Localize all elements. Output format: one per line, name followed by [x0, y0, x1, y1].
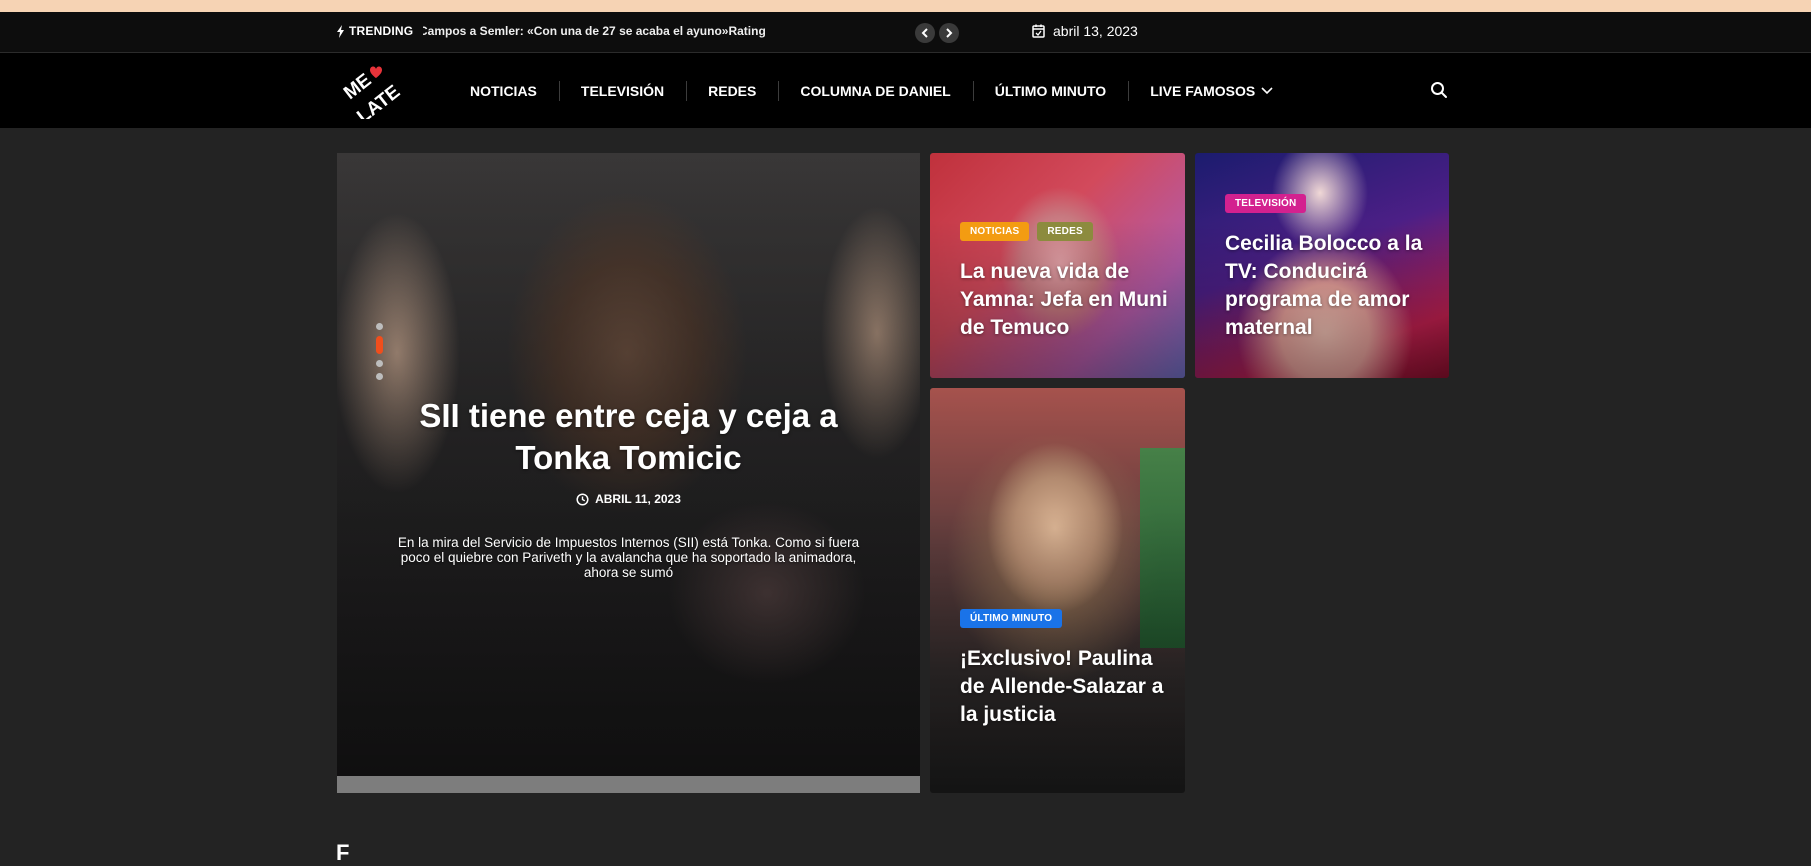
slider-dot-active[interactable]: [376, 336, 383, 354]
card-badges: TELEVISIÓN: [1225, 194, 1307, 213]
category-badge[interactable]: ÚLTIMO MINUTO: [960, 609, 1063, 628]
card-badges: NOTICIAS REDES: [960, 222, 1093, 241]
hero-date-text: ABRIL 11, 2023: [595, 492, 681, 506]
nav-item-television[interactable]: TELEVISIÓN: [558, 80, 686, 101]
card-title[interactable]: Cecilia Bolocco a la TV: Conducirá progr…: [1225, 230, 1440, 342]
card-title[interactable]: La nueva vida de Yamna: Jefa en Muni de …: [960, 258, 1170, 342]
nav-item-label[interactable]: NOTICIAS: [470, 83, 537, 99]
slider-dots: [376, 323, 383, 380]
chevron-right-icon: [946, 28, 953, 38]
card-title[interactable]: ¡Exclusivo! Paulina de Allende-Salazar a…: [960, 645, 1175, 729]
chevron-left-icon: [921, 28, 928, 38]
trending-bar: TRENDING Campos a Semler: «Con una de 27…: [0, 12, 1811, 53]
chevron-down-icon[interactable]: [1261, 86, 1273, 95]
calendar-check-icon: [1032, 24, 1045, 38]
card-badges: ÚLTIMO MINUTO: [960, 609, 1063, 628]
trending-label: TRENDING: [336, 24, 413, 38]
clock-icon: [576, 492, 589, 506]
nav-item-label[interactable]: TELEVISIÓN: [581, 83, 664, 99]
nav-item-label[interactable]: REDES: [708, 83, 756, 99]
category-badge[interactable]: NOTICIAS: [960, 222, 1030, 241]
bolt-icon: [337, 24, 344, 38]
nav-item-ultimo-minuto[interactable]: ÚLTIMO MINUTO: [972, 80, 1128, 101]
trending-ticker[interactable]: Campos a Semler: «Con una de 27 se acaba…: [423, 24, 783, 40]
nav-item-columna-de-daniel[interactable]: COLUMNA DE DANIEL: [778, 80, 972, 101]
slider-dot[interactable]: [376, 360, 383, 367]
current-date-text: abril 13, 2023: [1053, 23, 1138, 39]
main-menu: NOTICIAS TELEVISIÓN REDES COLUMNA DE DAN…: [448, 53, 1295, 128]
nav-item-noticias[interactable]: NOTICIAS: [448, 81, 559, 101]
main-navbar: ME LATE NOTICIAS TELEVISIÓN REDES COLUMN…: [0, 53, 1811, 128]
trending-label-text: TRENDING: [349, 24, 414, 38]
slider-dot[interactable]: [376, 323, 383, 330]
nav-item-label[interactable]: LIVE FAMOSOS: [1150, 83, 1255, 99]
nav-item-redes[interactable]: REDES: [686, 80, 778, 101]
trending-headline[interactable]: Campos a Semler: «Con una de 27 se acaba…: [423, 24, 766, 38]
news-card[interactable]: TELEVISIÓN Cecilia Bolocco a la TV: Cond…: [1195, 153, 1449, 378]
hero-title[interactable]: SII tiene entre ceja y ceja a Tonka Tomi…: [377, 395, 880, 479]
hero-excerpt: En la mira del Servicio de Impuestos Int…: [397, 535, 860, 580]
ticker-prev-button[interactable]: [915, 23, 935, 43]
hero-date: ABRIL 11, 2023: [337, 492, 920, 506]
card-shade: [930, 388, 1185, 793]
nav-item-live-famosos[interactable]: LIVE FAMOSOS: [1128, 80, 1295, 101]
nav-item-label[interactable]: COLUMNA DE DANIEL: [800, 83, 950, 99]
hero-slider[interactable]: SII tiene entre ceja y ceja a Tonka Tomi…: [337, 153, 920, 793]
category-badge[interactable]: REDES: [1037, 222, 1093, 241]
slider-dot[interactable]: [376, 373, 383, 380]
nav-item-label[interactable]: ÚLTIMO MINUTO: [995, 83, 1106, 99]
current-date: abril 13, 2023: [1032, 23, 1138, 39]
site-logo[interactable]: ME LATE: [340, 61, 402, 119]
search-icon[interactable]: [1430, 81, 1448, 99]
ticker-next-button[interactable]: [939, 23, 959, 43]
section-heading-peek: F: [336, 840, 350, 865]
category-badge[interactable]: TELEVISIÓN: [1225, 194, 1307, 213]
hero-progress-bar: [337, 776, 920, 793]
news-card[interactable]: NOTICIAS REDES La nueva vida de Yamna: J…: [930, 153, 1185, 378]
news-card[interactable]: ÚLTIMO MINUTO ¡Exclusivo! Paulina de All…: [930, 388, 1185, 793]
